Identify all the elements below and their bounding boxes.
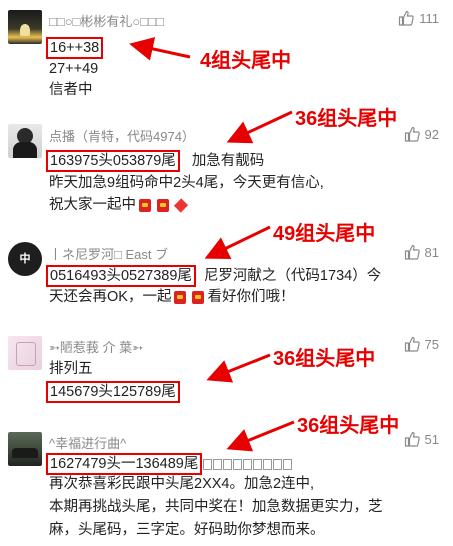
comment-line: 145679头125789尾 <box>46 381 180 403</box>
comment-line: 排列五 <box>49 361 93 377</box>
annotation-label: 49组头尾中 <box>273 223 376 245</box>
comment-item: ^幸福进行曲^ 51 1627479头一136489尾 再次恭喜彩民跟中头尾2X… <box>0 414 453 546</box>
fortune-icon <box>173 198 189 213</box>
avatar[interactable] <box>8 432 42 466</box>
annotation-label: 4组头尾中 <box>200 50 292 72</box>
red-envelope-icon <box>157 198 169 212</box>
like-count: 92 <box>424 126 439 142</box>
comment-line: 祝大家一起中 <box>49 196 190 214</box>
annotation-label: 36组头尾中 <box>273 348 376 370</box>
comment-line: 1627479头一136489尾 <box>46 453 293 475</box>
like-button[interactable]: 75 <box>404 336 439 352</box>
comment-item: □□○□彬彬有礼○□□□ 111 16++38 27++49 信者中 4组头尾中 <box>0 0 453 112</box>
comment-list: □□○□彬彬有礼○□□□ 111 16++38 27++49 信者中 4组头尾中… <box>0 0 453 546</box>
like-count: 75 <box>424 336 439 352</box>
like-button[interactable]: 111 <box>398 10 439 26</box>
comment-item: 点播（肯特，代码4974） 92 163975头053879尾 加急有靓码 昨天… <box>0 108 453 222</box>
comment-item: ➳陋惹莪 介 葉➳ 75 排列五 145679头125789尾 36组头尾中 <box>0 322 453 414</box>
like-button[interactable]: 51 <box>404 431 439 447</box>
avatar[interactable] <box>8 336 42 370</box>
thumbs-up-icon <box>404 126 420 142</box>
like-count: 81 <box>424 244 439 260</box>
comment-line: 再次恭喜彩民跟中头尾2XX4。加急2连中, <box>49 476 315 492</box>
emoji-row <box>202 456 293 472</box>
comment-line: 信者中 <box>49 82 93 98</box>
comment-line: 163975头053879尾 加急有靓码 <box>46 150 264 172</box>
highlighted-number: 16++38 <box>46 37 104 59</box>
annotation-label: 36组头尾中 <box>295 108 398 130</box>
comment-line: 天还会再OK，一起 看好你们哦！ <box>49 289 295 305</box>
thumbs-up-icon <box>404 431 420 447</box>
highlighted-number: 1627479头一136489尾 <box>46 453 203 475</box>
avatar[interactable]: 中 <box>8 242 42 276</box>
comment-line: 27++49 <box>49 61 99 77</box>
red-envelope-icon <box>192 290 205 304</box>
red-envelope-icon <box>139 198 151 212</box>
username[interactable]: 点播（肯特，代码4974） <box>49 126 195 145</box>
highlighted-number: 163975头053879尾 <box>46 150 180 172</box>
thumbs-up-icon <box>404 244 420 260</box>
username[interactable]: ^幸福进行曲^ <box>49 433 126 452</box>
comment-line: 16++38 <box>46 37 104 59</box>
username[interactable]: 丨ネ尼罗河□ East ブ <box>49 244 168 263</box>
annotation-label: 36组头尾中 <box>297 415 400 437</box>
like-count: 51 <box>424 431 439 447</box>
comment-line: 麻，头尾码，三字定。好码助你梦想而来。 <box>49 522 325 538</box>
thumbs-up-icon <box>399 10 414 26</box>
comment-item: 中 丨ネ尼罗河□ East ブ 81 0516493头0527389尾 尼罗河献… <box>0 222 453 322</box>
like-button[interactable]: 81 <box>404 244 439 260</box>
comment-line: 0516493头0527389尾 尼罗河献之（代码1734）今 <box>46 265 381 287</box>
comment-line: 本期再挑战头尾，共同中奖在！加急数据更实力，芝 <box>49 499 383 515</box>
username[interactable]: □□○□彬彬有礼○□□□ <box>49 11 164 30</box>
avatar[interactable] <box>8 124 42 158</box>
red-envelope-icon <box>174 290 187 304</box>
comment-line: 昨天加急9组码命中2头4尾，今天更有信心, <box>49 175 324 191</box>
like-count: 111 <box>419 10 439 26</box>
avatar[interactable] <box>8 10 42 44</box>
like-button[interactable]: 92 <box>404 126 439 142</box>
username[interactable]: ➳陋惹莪 介 葉➳ <box>49 337 143 356</box>
highlighted-number: 0516493头0527389尾 <box>46 265 196 287</box>
thumbs-up-icon <box>404 336 420 352</box>
highlighted-number: 145679头125789尾 <box>46 381 180 403</box>
